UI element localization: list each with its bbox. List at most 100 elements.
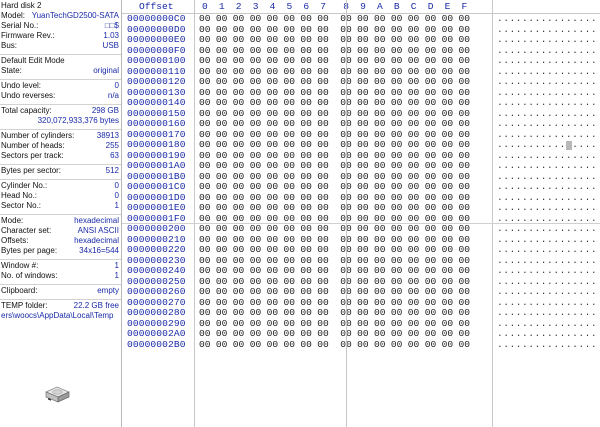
hex-byte[interactable]: 00 [357,202,369,214]
hex-byte[interactable]: 00 [317,244,329,256]
hex-byte[interactable]: 00 [425,118,437,130]
ascii-text[interactable]: ................ [497,118,597,130]
hex-byte[interactable]: 00 [267,97,279,109]
hex-byte[interactable]: 00 [357,160,369,172]
hex-byte[interactable]: 00 [317,202,329,214]
hex-byte[interactable]: 00 [233,55,245,67]
hex-byte[interactable]: 00 [267,34,279,46]
hex-byte[interactable]: 00 [199,328,211,340]
hex-byte[interactable]: 00 [284,244,296,256]
hex-byte[interactable]: 00 [425,307,437,319]
hex-byte[interactable]: 00 [199,160,211,172]
row-offset[interactable]: 00000000E0 [127,34,186,46]
hex-byte[interactable]: 00 [250,202,262,214]
hex-byte[interactable]: 00 [317,265,329,277]
ascii-text[interactable]: ................ [497,97,597,109]
hex-byte[interactable]: 00 [425,97,437,109]
hex-byte[interactable]: 00 [250,160,262,172]
ascii-text[interactable]: ................ [497,34,597,46]
hex-byte[interactable]: 00 [300,76,312,88]
hex-byte[interactable]: 00 [317,139,329,151]
hex-byte[interactable]: 00 [408,339,420,351]
hex-byte[interactable]: 00 [391,339,403,351]
hex-byte[interactable]: 00 [425,286,437,298]
hex-byte[interactable]: 00 [267,286,279,298]
hex-byte[interactable]: 00 [374,223,386,235]
ascii-text[interactable]: ................ [497,55,597,67]
hex-byte[interactable]: 00 [357,339,369,351]
hex-byte[interactable]: 00 [442,286,454,298]
hex-byte[interactable]: 00 [250,97,262,109]
hex-byte[interactable]: 00 [374,286,386,298]
hex-byte[interactable]: 00 [442,118,454,130]
hex-byte[interactable]: 00 [216,76,228,88]
hex-byte[interactable]: 00 [284,97,296,109]
ascii-text[interactable]: ................ [497,76,597,88]
hex-byte[interactable]: 00 [216,328,228,340]
row-offset[interactable]: 0000000200 [127,223,186,235]
hex-byte[interactable]: 00 [199,223,211,235]
hex-byte[interactable]: 00 [425,223,437,235]
hex-byte[interactable]: 00 [317,118,329,130]
hex-byte[interactable]: 00 [357,244,369,256]
hex-byte[interactable]: 00 [374,160,386,172]
row-offset[interactable]: 00000001E0 [127,202,186,214]
hex-byte[interactable]: 00 [408,76,420,88]
row-offset[interactable]: 00000001A0 [127,160,186,172]
hex-byte[interactable]: 00 [425,160,437,172]
hex-byte[interactable]: 00 [317,223,329,235]
hex-byte[interactable]: 00 [357,286,369,298]
hex-byte[interactable]: 00 [408,307,420,319]
hex-byte[interactable]: 00 [408,223,420,235]
hex-byte[interactable]: 00 [425,339,437,351]
hex-byte[interactable]: 00 [267,55,279,67]
hex-byte[interactable]: 00 [216,339,228,351]
hex-byte[interactable]: 00 [317,181,329,193]
hex-byte[interactable]: 00 [408,139,420,151]
hex-byte[interactable]: 00 [284,328,296,340]
hex-byte[interactable]: 00 [357,139,369,151]
hex-byte[interactable]: 00 [233,339,245,351]
hex-byte[interactable]: 00 [284,160,296,172]
hex-byte[interactable]: 00 [250,223,262,235]
ascii-text[interactable]: ................ [497,328,597,340]
hex-byte[interactable]: 00 [391,139,403,151]
hex-byte[interactable]: 00 [425,265,437,277]
hex-byte[interactable]: 00 [199,118,211,130]
hex-byte[interactable]: 00 [250,34,262,46]
hex-byte[interactable]: 00 [284,139,296,151]
hex-byte[interactable]: 00 [408,118,420,130]
ascii-text[interactable]: ................ [497,286,597,298]
hex-byte[interactable]: 00 [216,286,228,298]
hex-byte[interactable]: 00 [216,202,228,214]
hex-byte[interactable]: 00 [233,118,245,130]
hex-byte[interactable]: 00 [442,160,454,172]
hex-byte[interactable]: 00 [425,328,437,340]
hex-byte[interactable]: 00 [391,286,403,298]
hex-byte[interactable]: 00 [459,339,471,351]
hex-byte[interactable]: 00 [459,13,471,25]
hex-byte[interactable]: 00 [408,13,420,25]
hex-byte[interactable]: 00 [216,34,228,46]
hex-byte[interactable]: 00 [459,286,471,298]
hex-byte[interactable]: 00 [374,181,386,193]
ascii-text[interactable]: ................ [497,244,597,256]
hex-byte[interactable]: 00 [425,181,437,193]
hex-byte[interactable]: 00 [233,160,245,172]
hex-byte[interactable]: 00 [425,13,437,25]
hex-byte[interactable]: 00 [233,202,245,214]
hex-byte[interactable]: 00 [199,76,211,88]
hex-byte[interactable]: 00 [233,34,245,46]
hex-byte[interactable]: 00 [233,13,245,25]
hex-byte[interactable]: 00 [267,339,279,351]
hex-byte[interactable]: 00 [216,265,228,277]
hex-byte[interactable]: 00 [216,118,228,130]
hex-byte[interactable]: 00 [408,202,420,214]
hex-byte[interactable]: 00 [233,265,245,277]
hex-byte[interactable]: 00 [425,55,437,67]
hex-byte[interactable]: 00 [267,244,279,256]
hex-byte[interactable]: 00 [374,13,386,25]
hex-byte[interactable]: 00 [408,265,420,277]
hex-byte[interactable]: 00 [442,339,454,351]
hex-byte[interactable]: 00 [199,139,211,151]
